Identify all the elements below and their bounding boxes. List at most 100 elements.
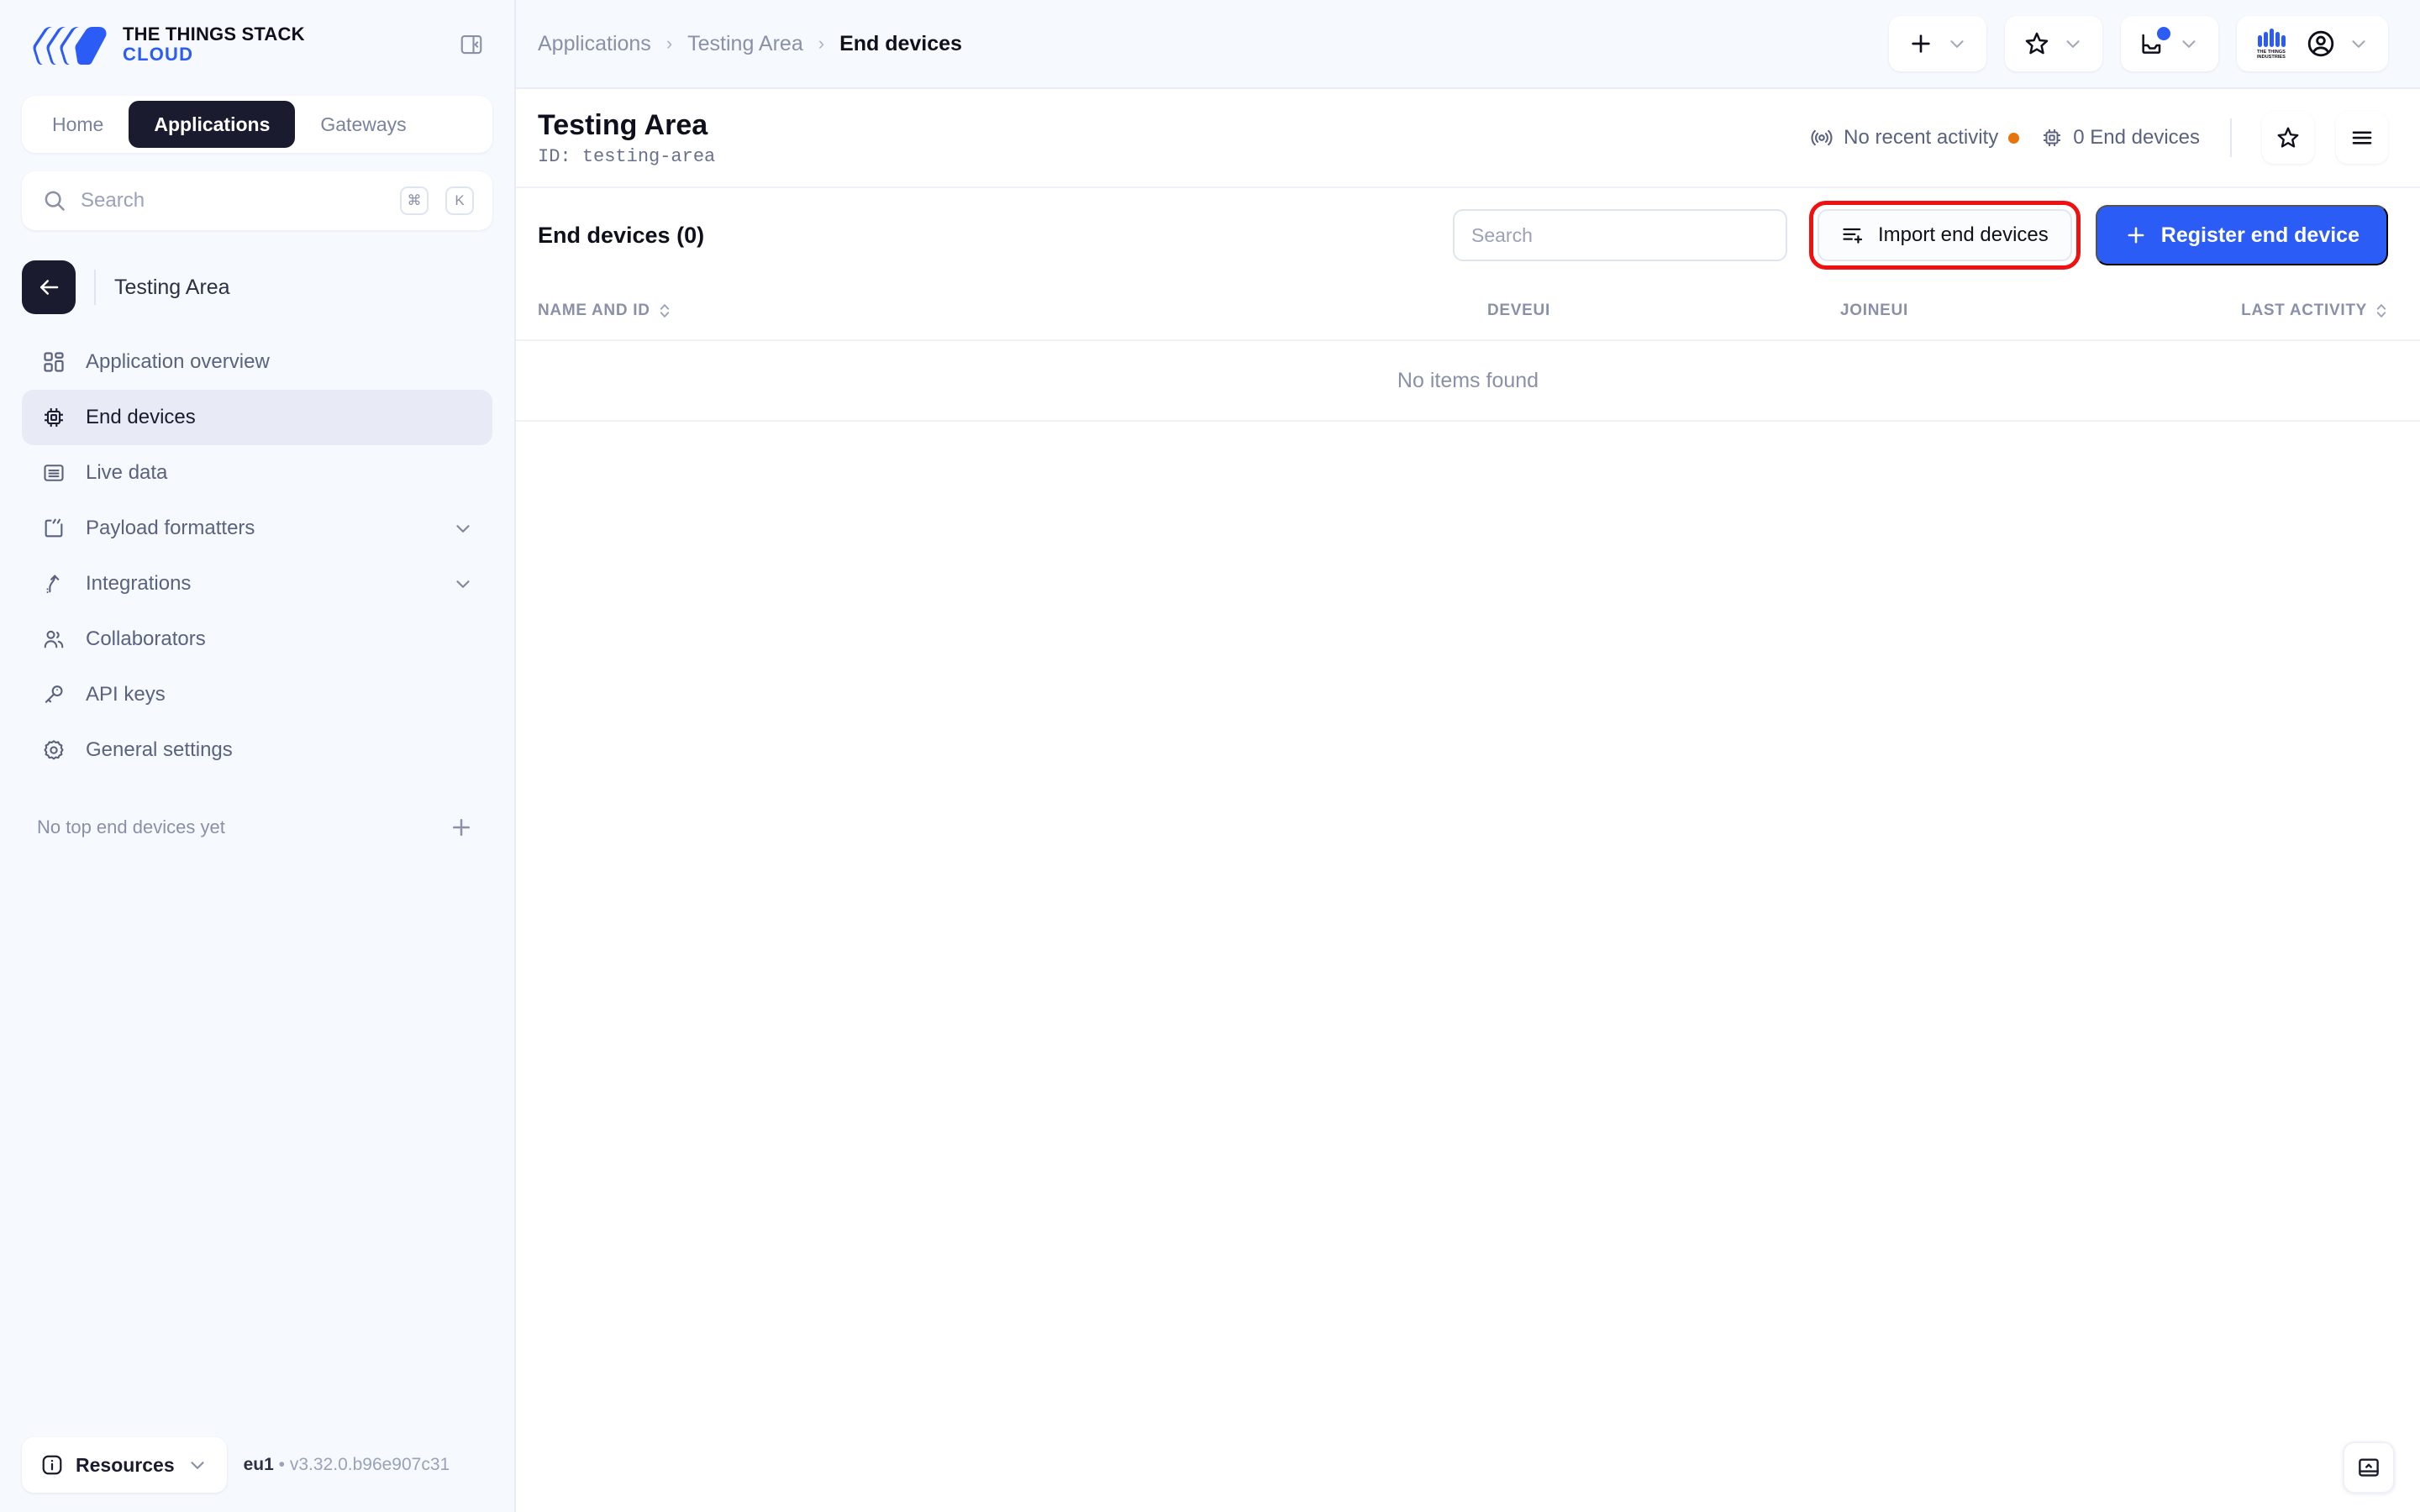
things-stack-logo-icon [30,24,108,66]
sidebar-item-general-settings[interactable]: General settings [22,722,492,778]
tab-home[interactable]: Home [27,101,129,148]
meta-divider [2230,118,2232,157]
brand-logo[interactable]: THE THINGS STACK CLOUD [30,24,305,66]
chevron-down-icon [187,1454,208,1476]
bookmark-page-button[interactable] [2262,112,2314,164]
device-count: 0 End devices [2041,126,2200,150]
collapse-sidebar-icon[interactable] [454,27,489,62]
toolbar-actions: Import end devices Register end device [1453,201,2388,270]
page-meta: No recent activity 0 En [1810,112,2388,164]
grid-icon [40,349,67,375]
table-toolbar: End devices (0) [516,188,2420,282]
sidebar-item-label: API keys [86,683,474,706]
info-icon [40,1453,64,1477]
table-search-input[interactable] [1471,224,1769,247]
sidebar-nav: Application overview End devices [0,334,514,778]
register-end-device-button[interactable]: Register end device [2096,205,2388,265]
sidebar-header: THE THINGS STACK CLOUD [0,0,514,89]
account-menu-button[interactable]: THE THINGS INDUSTRIES [2237,16,2388,71]
context-divider [94,270,96,305]
cluster-label: eu1 [244,1455,274,1474]
sidebar-item-label: Collaborators [86,627,474,651]
sidebar-item-application-overview[interactable]: Application overview [22,334,492,390]
chip-icon [40,404,67,431]
add-top-device-icon[interactable] [449,815,474,840]
toggle-bottom-panel-button[interactable] [2343,1441,2395,1494]
sidebar-item-label: Payload formatters [86,517,434,540]
sidebar-item-end-devices[interactable]: End devices [22,390,492,445]
sidebar-item-payload-formatters[interactable]: Payload formatters [22,501,492,556]
column-header-deveui: DEVEUI [1487,302,1840,320]
notification-badge [2157,27,2170,40]
column-label: JOINEUI [1840,302,1908,320]
sidebar-item-collaborators[interactable]: Collaborators [22,612,492,667]
inbox-icon [2139,30,2166,57]
list-panel-icon [40,459,67,486]
app-root: THE THINGS STACK CLOUD Home Applications… [0,0,2420,1512]
chevron-down-icon[interactable] [452,573,474,595]
sidebar-item-label: General settings [86,738,474,762]
breadcrumb: Applications › Testing Area › End device… [538,32,962,56]
page-menu-button[interactable] [2336,112,2388,164]
workspace-tabs: Home Applications Gateways [22,96,492,153]
version-number: v3.32.0.b96e907c31 [290,1455,450,1474]
shortcut-letter-key: K [445,186,474,215]
sidebar-item-label: Integrations [86,572,434,596]
shortcut-modifier-key: ⌘ [400,186,429,215]
column-header-name-and-id[interactable]: NAME AND ID [538,302,1487,320]
sidebar-item-label: End devices [86,406,474,429]
broadcast-icon [1810,126,1833,150]
sidebar: THE THINGS STACK CLOUD Home Applications… [0,0,516,1512]
code-brackets-icon [40,515,67,542]
sidebar-item-api-keys[interactable]: API keys [22,667,492,722]
top-devices-empty-label: No top end devices yet [37,816,225,838]
tab-applications[interactable]: Applications [129,101,295,148]
table-empty-state: No items found [516,341,2420,422]
search-input[interactable] [81,189,383,213]
back-button[interactable] [22,260,76,314]
column-label: DEVEUI [1487,302,1550,320]
header-actions: THE THINGS INDUSTRIES [1889,16,2388,71]
page-id: ID: testing-area [538,146,715,167]
version-separator: • [279,1455,285,1474]
resources-label: Resources [76,1454,175,1477]
sidebar-search[interactable]: ⌘ K [22,171,492,230]
plus-icon [1907,30,1934,57]
chevron-down-icon [1946,33,1968,55]
breadcrumb-separator: › [666,33,672,55]
chevron-down-icon[interactable] [452,517,474,539]
sidebar-item-live-data[interactable]: Live data [22,445,492,501]
column-header-last-activity[interactable]: LAST ACTIVITY [2235,302,2388,320]
user-avatar-icon [2306,29,2336,59]
key-icon [40,681,67,708]
tab-gateways[interactable]: Gateways [295,101,431,148]
resources-menu-button[interactable]: Resources [22,1437,227,1493]
context-switcher: Testing Area [22,259,492,316]
import-end-devices-button[interactable]: Import end devices [1818,209,2072,261]
breadcrumb-testing-area[interactable]: Testing Area [687,32,803,56]
brand-line-1: THE THINGS STACK [123,24,305,45]
bookmarks-menu-button[interactable] [2005,16,2102,71]
context-title: Testing Area [114,276,230,300]
add-menu-button[interactable] [1889,16,1986,71]
page-title: Testing Area [538,108,715,142]
star-icon [2023,30,2050,57]
plus-icon [2124,223,2148,247]
notifications-menu-button[interactable] [2121,16,2218,71]
sidebar-footer: Resources eu1 • v3.32.0.b96e907c31 [0,1418,514,1512]
table-search[interactable] [1453,209,1787,261]
users-icon [40,626,67,653]
column-label: LAST ACTIVITY [2241,302,2367,320]
sidebar-item-label: Live data [86,461,474,485]
breadcrumb-applications[interactable]: Applications [538,32,651,56]
activity-status-dot [2008,133,2019,144]
sidebar-item-integrations[interactable]: Integrations [22,556,492,612]
import-list-icon [1841,223,1865,247]
panel-expand-icon [2356,1455,2381,1480]
column-label: NAME AND ID [538,302,650,320]
sort-arrows-icon [658,302,671,319]
breadcrumb-separator: › [818,33,824,55]
sidebar-item-label: Application overview [86,350,474,374]
gear-icon [40,737,67,764]
page-title-block: Testing Area ID: testing-area [538,108,715,166]
